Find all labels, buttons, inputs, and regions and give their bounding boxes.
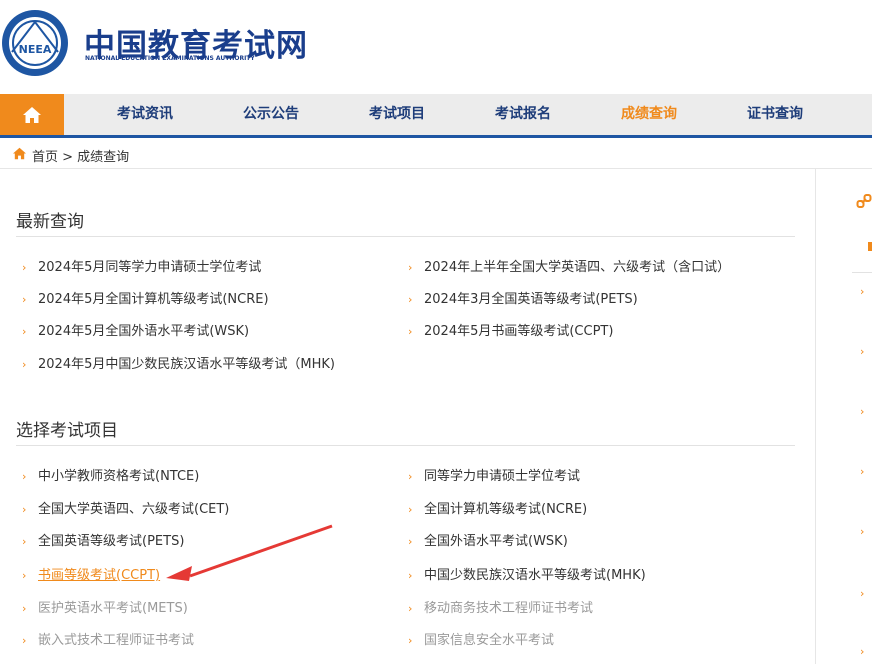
chevron-right-icon: › — [408, 261, 413, 274]
project-item-ccpt[interactable]: › 书画等级考试(CCPT) — [22, 564, 160, 583]
divider — [16, 236, 795, 237]
home-icon — [23, 106, 41, 123]
chevron-right-icon: › — [408, 325, 413, 338]
chevron-right-icon: › — [860, 285, 865, 298]
latest-item[interactable]: › 2024年5月全国外语水平考试(WSK) — [22, 320, 249, 339]
chevron-right-icon: › — [22, 503, 27, 516]
chevron-right-icon: › — [408, 535, 413, 548]
site-header: NEEA 中国教育考试网 NATIONAL EDUCATION EXAMINAT… — [0, 0, 872, 94]
arrow-annotation — [166, 524, 333, 581]
nav-item-scores[interactable]: 成绩查询 — [599, 94, 699, 135]
section-marker — [868, 242, 872, 251]
project-item[interactable]: › 全国大学英语四、六级考试(CET) — [22, 498, 229, 517]
chevron-right-icon: › — [408, 503, 413, 516]
right-sidebar: › › › › › › › — [815, 169, 872, 664]
chevron-right-icon: › — [860, 405, 865, 418]
chevron-right-icon: › — [860, 345, 865, 358]
project-item[interactable]: › 中国少数民族汉语水平等级考试(MHK) — [408, 564, 646, 583]
chevron-right-icon: › — [408, 602, 413, 615]
chevron-right-icon: › — [22, 569, 27, 582]
chevron-right-icon: › — [22, 634, 27, 647]
chevron-right-icon: › — [408, 569, 413, 582]
chevron-right-icon: › — [22, 325, 27, 338]
latest-item[interactable]: › 2024年3月全国英语等级考试(PETS) — [408, 288, 638, 307]
chevron-right-icon: › — [408, 293, 413, 306]
chevron-right-icon: › — [22, 470, 27, 483]
main-nav: 考试资讯 公示公告 考试项目 考试报名 成绩查询 证书查询 — [0, 94, 872, 138]
chevron-right-icon: › — [860, 525, 865, 538]
logo-text: NEEA — [19, 43, 52, 56]
nav-item-notices[interactable]: 公示公告 — [221, 94, 321, 135]
neea-logo-icon[interactable]: NEEA — [0, 8, 70, 78]
project-item[interactable]: › 全国计算机等级考试(NCRE) — [408, 498, 587, 517]
site-subtitle: NATIONAL EDUCATION EXAMINATIONS AUTHORIT… — [85, 55, 255, 62]
chevron-right-icon: › — [22, 535, 27, 548]
link-icon — [856, 194, 872, 208]
chevron-right-icon: › — [22, 293, 27, 306]
nav-item-certificates[interactable]: 证书查询 — [725, 94, 825, 135]
chevron-right-icon: › — [22, 261, 27, 274]
project-item[interactable]: › 嵌入式技术工程师证书考试 — [22, 629, 194, 648]
nav-home-button[interactable] — [0, 94, 64, 135]
chevron-right-icon: › — [860, 465, 865, 478]
divider — [852, 272, 872, 273]
latest-item[interactable]: › 2024年5月中国少数民族汉语水平等级考试（MHK) — [22, 353, 335, 372]
chevron-right-icon: › — [22, 358, 27, 371]
latest-item[interactable]: › 2024年上半年全国大学英语四、六级考试（含口试） — [408, 256, 730, 275]
project-item[interactable]: › 医护英语水平考试(METS) — [22, 597, 188, 616]
chevron-right-icon: › — [408, 634, 413, 647]
project-item[interactable]: › 移动商务技术工程师证书考试 — [408, 597, 593, 616]
breadcrumb-text[interactable]: 首页 > 成绩查询 — [32, 146, 129, 165]
projects-section-title: 选择考试项目 — [16, 421, 118, 441]
chevron-right-icon: › — [860, 587, 865, 600]
nav-item-news[interactable]: 考试资讯 — [95, 94, 195, 135]
nav-item-registration[interactable]: 考试报名 — [473, 94, 573, 135]
nav-item-exams[interactable]: 考试项目 — [347, 94, 447, 135]
chevron-right-icon: › — [22, 602, 27, 615]
project-item[interactable]: › 同等学力申请硕士学位考试 — [408, 465, 580, 484]
project-item[interactable]: › 中小学教师资格考试(NTCE) — [22, 465, 199, 484]
chevron-right-icon: › — [408, 470, 413, 483]
latest-item[interactable]: › 2024年5月同等学力申请硕士学位考试 — [22, 256, 261, 275]
project-item[interactable]: › 全国外语水平考试(WSK) — [408, 530, 568, 549]
breadcrumb: 首页 > 成绩查询 — [0, 141, 872, 169]
divider — [16, 445, 795, 446]
latest-item[interactable]: › 2024年5月书画等级考试(CCPT) — [408, 320, 613, 339]
latest-item[interactable]: › 2024年5月全国计算机等级考试(NCRE) — [22, 288, 269, 307]
chevron-right-icon: › — [860, 645, 865, 658]
latest-section-title: 最新查询 — [16, 212, 84, 232]
home-icon[interactable] — [12, 147, 27, 160]
project-item[interactable]: › 国家信息安全水平考试 — [408, 629, 554, 648]
